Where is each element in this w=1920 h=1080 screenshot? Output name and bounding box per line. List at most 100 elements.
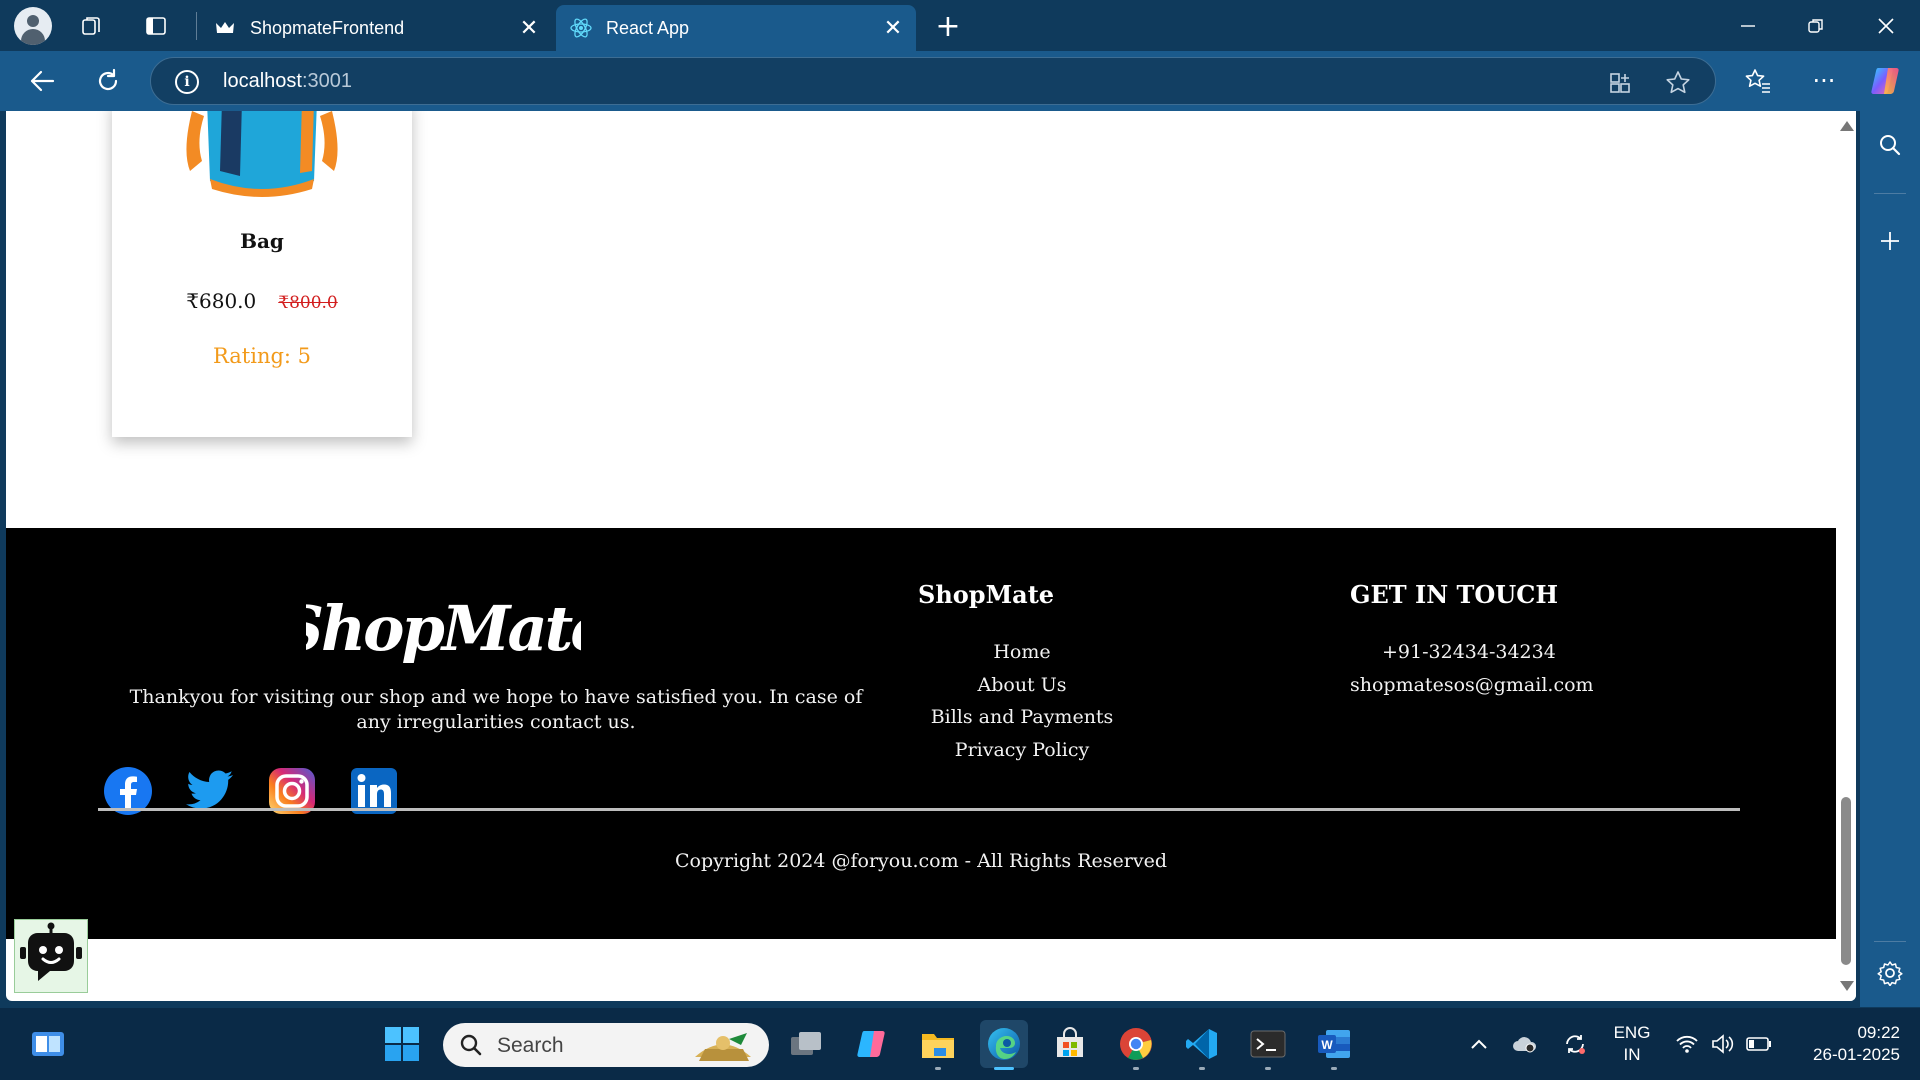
word-icon[interactable]: W [1310, 1020, 1358, 1070]
back-arrow-icon[interactable] [24, 63, 60, 99]
favorite-star-icon[interactable] [1665, 70, 1691, 96]
gear-icon[interactable] [1876, 959, 1904, 987]
running-indicator [1199, 1067, 1205, 1070]
region-code: IN [1623, 1045, 1641, 1064]
tab-label: ShopmateFrontend [250, 17, 405, 38]
browser-toolbar: i localhost:3001 ··· [0, 51, 1920, 111]
add-plus-icon[interactable] [1876, 227, 1904, 255]
windows-taskbar: Search W ENG IN 09:22 26-01-2025 [0, 1008, 1920, 1080]
favorites-list-icon[interactable] [1740, 63, 1776, 99]
product-name: Bag [240, 229, 284, 253]
contact-email[interactable]: shopmatesos@gmail.com [1350, 669, 1594, 702]
widgets-icon[interactable] [24, 1020, 72, 1068]
refresh-icon[interactable] [90, 63, 126, 99]
volume-icon[interactable] [1708, 1008, 1738, 1080]
footer-links: Home About Us Bills and Payments Privacy… [902, 636, 1142, 766]
edge-sidebar [1860, 111, 1920, 1007]
chatbot-robot-icon [20, 922, 82, 981]
restore-icon[interactable] [1782, 0, 1850, 51]
edge-browser-icon[interactable] [980, 1020, 1028, 1070]
profile-avatar-icon[interactable] [14, 7, 52, 45]
copilot-taskbar-icon[interactable] [848, 1020, 896, 1068]
product-price: ₹680.0 [186, 289, 257, 313]
copyright-text: Copyright 2024 @foryou.com - All Rights … [675, 850, 1167, 872]
tab-actions-icon[interactable] [142, 12, 170, 40]
running-indicator [1265, 1067, 1271, 1070]
browser-title-bar: ShopmateFrontend ✕ React App ✕ + [0, 0, 1920, 51]
site-footer: ShopMate Thankyou for visiting our shop … [6, 528, 1836, 939]
clock-date: 26-01-2025 [1813, 1045, 1900, 1064]
footer-description: Thankyou for visiting our shop and we ho… [129, 686, 863, 733]
page-scrollbar[interactable] [1836, 111, 1856, 1001]
chatbot-widget[interactable] [14, 919, 88, 993]
tab-react-app[interactable]: React App ✕ [556, 5, 916, 51]
terminal-icon[interactable] [1244, 1020, 1292, 1070]
product-prices: ₹680.0 ₹800.0 [112, 289, 412, 313]
footer-links-title: ShopMate [918, 580, 1055, 609]
search-icon [460, 1034, 482, 1056]
chrome-icon[interactable] [1112, 1020, 1160, 1070]
vscode-icon[interactable] [1178, 1020, 1226, 1070]
footer-divider [98, 808, 1740, 811]
tab-separator [196, 12, 197, 40]
taskbar-search-box[interactable]: Search [443, 1023, 769, 1067]
file-explorer-icon[interactable] [914, 1020, 962, 1070]
product-original-price: ₹800.0 [278, 293, 338, 313]
sidebar-divider [1874, 941, 1906, 942]
app-available-icon[interactable] [1607, 70, 1633, 96]
clock-time: 09:22 [1857, 1023, 1900, 1042]
svg-text:W: W [1321, 1038, 1333, 1052]
close-icon[interactable]: ✕ [878, 13, 908, 43]
close-window-icon[interactable] [1852, 0, 1920, 51]
url-port: :3001 [301, 70, 352, 92]
crown-icon [214, 17, 236, 39]
wifi-icon[interactable] [1672, 1008, 1702, 1080]
copilot-icon[interactable] [1868, 63, 1904, 99]
sync-icon[interactable] [1560, 1008, 1590, 1080]
bag-product-image [186, 111, 338, 197]
language-indicator[interactable]: ENG IN [1610, 1022, 1654, 1066]
running-indicator [1133, 1067, 1139, 1070]
contact-phone: +91-32434-34234 [1382, 641, 1556, 663]
tab-label: React App [606, 17, 690, 38]
search-highlight-art [695, 1033, 751, 1061]
address-bar[interactable]: i localhost:3001 [150, 57, 1716, 105]
url-text: localhost:3001 [223, 70, 352, 93]
site-info-icon[interactable]: i [175, 70, 199, 94]
language-code: ENG [1613, 1023, 1651, 1042]
contact-title: GET IN TOUCH [1350, 580, 1558, 609]
running-indicator [1331, 1067, 1337, 1070]
close-icon[interactable]: ✕ [514, 13, 544, 43]
footer-link-about-us[interactable]: About Us [902, 669, 1142, 702]
system-clock[interactable]: 09:22 26-01-2025 [1790, 1022, 1900, 1066]
task-view-icon[interactable] [782, 1020, 830, 1068]
scroll-down-arrow-icon[interactable] [1840, 981, 1854, 991]
product-card[interactable]: Bag ₹680.0 ₹800.0 Rating: 5 [112, 111, 412, 437]
page-viewport: Bag ₹680.0 ₹800.0 Rating: 5 ShopMate Than… [6, 111, 1856, 1001]
tab-shopmatefrontend[interactable]: ShopmateFrontend ✕ [200, 5, 552, 51]
microsoft-store-icon[interactable] [1046, 1020, 1094, 1068]
scrollbar-thumb[interactable] [1841, 797, 1851, 965]
battery-icon[interactable] [1744, 1008, 1774, 1080]
shopmate-logo[interactable]: ShopMate [306, 588, 581, 678]
new-tab-plus-icon[interactable]: + [932, 9, 964, 44]
contact-info: +91-32434-34234 shopmatesos@gmail.com [1350, 636, 1594, 701]
show-hidden-icons-chevron-up-icon[interactable] [1464, 1008, 1494, 1080]
running-indicator [935, 1067, 941, 1070]
sidebar-divider [1874, 193, 1906, 194]
url-host: localhost [223, 70, 302, 92]
workspaces-icon[interactable] [78, 12, 106, 40]
more-menu-icon[interactable]: ··· [1806, 63, 1842, 99]
onedrive-cloud-icon[interactable] [1510, 1008, 1540, 1080]
footer-link-home[interactable]: Home [902, 636, 1142, 669]
windows-start-icon[interactable] [378, 1020, 426, 1068]
minimize-icon[interactable] [1714, 0, 1782, 51]
scroll-up-arrow-icon[interactable] [1840, 121, 1854, 131]
footer-link-bills-and-payments[interactable]: Bills and Payments [902, 701, 1142, 734]
search-icon[interactable] [1876, 131, 1904, 159]
footer-link-privacy-policy[interactable]: Privacy Policy [902, 734, 1142, 767]
react-icon [570, 17, 592, 39]
running-indicator [994, 1067, 1014, 1070]
svg-text:ShopMate: ShopMate [306, 592, 581, 665]
product-rating: Rating: 5 [212, 344, 312, 368]
